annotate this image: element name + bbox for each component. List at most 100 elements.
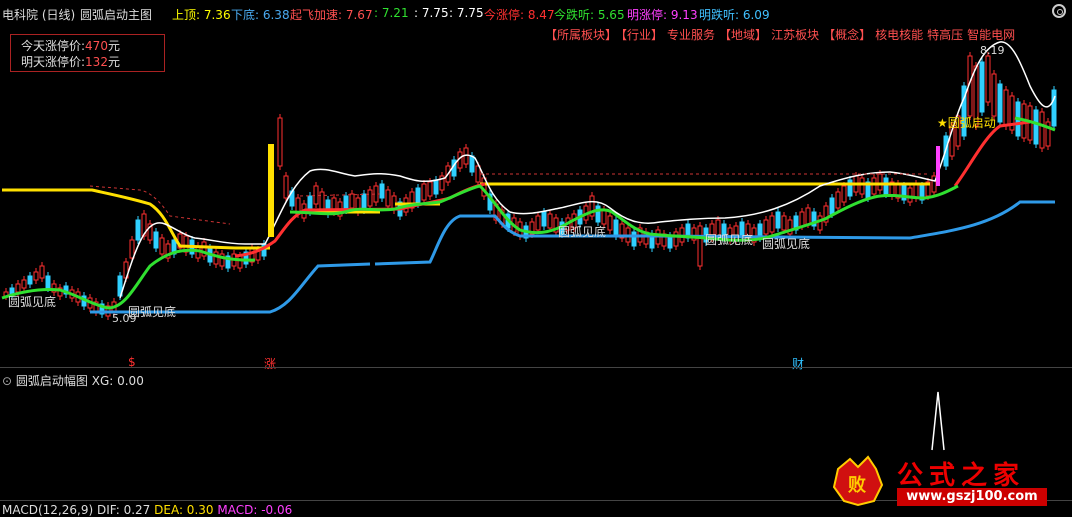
candle	[153, 231, 159, 249]
candle	[277, 117, 283, 167]
candle	[343, 195, 349, 211]
candle	[601, 209, 607, 225]
macd-dif: DIF: 0.27	[96, 503, 151, 517]
candle	[1039, 111, 1045, 149]
candle	[283, 175, 289, 199]
candle	[877, 173, 883, 191]
candle	[667, 235, 673, 249]
candle	[1051, 89, 1057, 127]
macd-value: MACD: -0.06	[217, 503, 293, 517]
candle	[673, 231, 679, 247]
yellow-pillar	[268, 144, 274, 237]
label-bottom-1: 圆弧见底	[8, 294, 56, 309]
candle	[1003, 89, 1009, 127]
candle	[427, 181, 433, 197]
candle	[361, 193, 367, 211]
candle	[835, 191, 841, 209]
macd-dea: DEA: 0.30	[154, 503, 214, 517]
candle	[421, 183, 427, 201]
logo-url[interactable]: www.gszj100.com	[897, 488, 1047, 506]
candle	[775, 211, 781, 229]
candle	[997, 83, 1003, 123]
candle	[379, 183, 385, 199]
label-bottom-5: 圆弧见底	[762, 236, 810, 251]
candle	[1033, 109, 1039, 145]
candle	[367, 189, 373, 207]
param-white1: : 7.75	[414, 6, 449, 20]
candle	[991, 73, 997, 117]
candle	[541, 211, 547, 227]
label-start: ★圆弧启动	[937, 116, 996, 130]
candle	[469, 155, 475, 173]
candle	[319, 191, 325, 211]
candle	[883, 177, 889, 195]
param-white2: : 7.75	[449, 6, 484, 20]
candle	[913, 183, 919, 199]
candle	[847, 179, 853, 197]
candle	[27, 275, 33, 285]
label-low: 5.09	[112, 312, 137, 325]
gear-icon[interactable]	[1052, 4, 1066, 18]
param-tomorrow-up: 明涨停: 9.13	[627, 8, 698, 22]
candle	[985, 55, 991, 103]
param-accel: 起飞加速: 7.67	[290, 8, 373, 22]
candle	[595, 205, 601, 223]
svg-text:败: 败	[848, 474, 866, 496]
param-today-down: 今跌听: 5.65	[554, 8, 625, 22]
candle	[415, 187, 421, 205]
candle	[769, 215, 775, 233]
candle	[135, 219, 141, 241]
candle	[979, 61, 985, 113]
candle	[907, 187, 913, 203]
candle	[631, 231, 637, 247]
today-limit-row: 今天涨停价:470元	[21, 39, 120, 53]
candle	[129, 239, 135, 259]
candle	[859, 177, 865, 195]
candle	[213, 251, 219, 265]
magenta-bar	[936, 146, 940, 186]
xg-spike	[931, 391, 945, 451]
candle	[313, 185, 319, 205]
candle	[607, 215, 613, 231]
param-today-up: 今涨停: 8.47	[484, 8, 555, 22]
candle	[829, 197, 835, 215]
limit-price-box: 今天涨停价:470元 明天涨停价:132元	[10, 34, 165, 72]
macd-name: MACD(12,26,9)	[2, 503, 94, 517]
candle	[45, 275, 51, 289]
tomorrow-limit-row: 明天涨停价:132元	[21, 55, 120, 69]
main-kline-chart[interactable]: 圆弧见底 圆弧见底 圆弧见底 圆弧见底 圆弧见底 ★圆弧启动 8.19 5.09	[0, 26, 1072, 366]
candle	[21, 279, 27, 289]
candles	[3, 52, 1057, 320]
candle	[799, 211, 805, 227]
stock-name[interactable]: 电科院 (日线)	[2, 6, 75, 23]
param-tomorrow-down: 明跌听: 6.09	[699, 8, 770, 22]
label-bottom-3: 圆弧见底	[558, 224, 606, 239]
candle	[817, 215, 823, 231]
candle	[535, 215, 541, 231]
logo-text: 公式之家	[897, 461, 1026, 491]
candle	[613, 219, 619, 237]
label-high: 8.19	[980, 44, 1005, 57]
candle	[697, 225, 703, 267]
candle	[763, 219, 769, 235]
candle	[15, 283, 21, 293]
candle	[805, 207, 811, 225]
candle	[871, 177, 877, 195]
macd-header[interactable]: MACD(12,26,9) DIF: 0.27 DEA: 0.30 MACD: …	[2, 503, 292, 517]
candle	[547, 213, 553, 229]
candle	[385, 189, 391, 207]
param-green: : 7.21	[374, 6, 409, 20]
candle	[349, 193, 355, 209]
candle	[39, 265, 45, 279]
candle	[237, 255, 243, 269]
param-bottom: 下底: 6.38	[231, 8, 290, 22]
indicator-name[interactable]: 圆弧启动主图	[80, 6, 152, 23]
candle	[841, 185, 847, 203]
label-bottom-4: 圆弧见底	[705, 232, 753, 247]
param-top: 上顶: 7.36	[172, 8, 231, 22]
candle	[159, 237, 165, 255]
candle	[781, 215, 787, 231]
candle	[33, 271, 39, 281]
candle	[433, 179, 439, 195]
indicator-header: 电科院 (日线) 圆弧启动主图 上顶: 7.36 下底: 6.38 起飞加速: …	[0, 0, 1072, 26]
